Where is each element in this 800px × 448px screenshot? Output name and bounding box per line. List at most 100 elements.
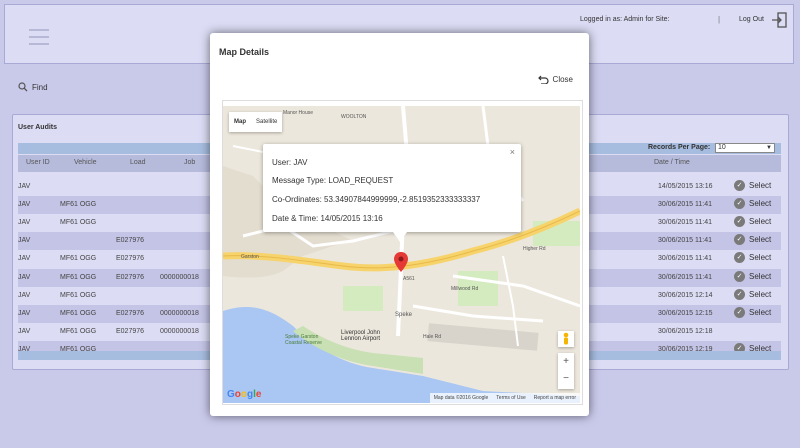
map-label-millwood-rd: Millwood Rd	[451, 286, 479, 292]
records-per-page-select[interactable]: 10 ▼	[715, 143, 775, 153]
info-datetime: Date & Time: 14/05/2015 13:16	[272, 214, 383, 223]
records-per-page-value: 10	[718, 144, 726, 151]
close-label: Close	[552, 75, 573, 84]
select-button[interactable]: ✓ Select	[734, 216, 772, 228]
select-button[interactable]: ✓ Select	[734, 234, 771, 246]
cell-job: 0000000018	[160, 327, 199, 335]
select-label: Select	[749, 271, 772, 281]
map-data-text: Map data ©2016 Google	[433, 395, 489, 401]
column-header-load[interactable]: Load	[130, 159, 146, 166]
header-separator: |	[718, 15, 721, 24]
select-button[interactable]: ✓ Select	[734, 306, 771, 318]
zoom-out-button[interactable]: −	[558, 370, 574, 387]
select-label: Select	[749, 289, 772, 299]
cell-load: E027976	[116, 327, 145, 335]
close-button[interactable]: Close	[537, 75, 573, 84]
column-header-vehicle[interactable]: Vehicle	[74, 159, 97, 166]
cell-load: E027976	[116, 309, 145, 317]
column-header-datetime[interactable]: Date / Time	[654, 159, 690, 166]
check-circle-icon: ✓	[734, 180, 745, 191]
cell-vehicle: MF61 OGG	[60, 273, 97, 281]
menu-icon[interactable]	[29, 29, 49, 45]
info-window: × User: JAV Message Type: LOAD_REQUEST C…	[263, 144, 521, 242]
select-label: Select	[749, 217, 772, 227]
check-circle-icon: ✓	[734, 198, 745, 210]
cell-datetime: 30/06/2015 11:41	[658, 237, 712, 245]
select-button[interactable]: ✓ Select	[734, 270, 772, 282]
cell-vehicle: MF61 OGG	[60, 291, 97, 299]
modal-title: Map Details	[219, 47, 270, 57]
map-label-higher-rd: Higher Rd	[523, 246, 546, 252]
map-details-modal: Map Details Close Garston Speke Liverpoo…	[210, 33, 589, 416]
cell-vehicle: MF61 OGG	[60, 327, 97, 335]
cell-vehicle: MF61 OGG	[60, 309, 97, 317]
logout-icon[interactable]	[770, 11, 788, 29]
info-coordinates: Co-Ordinates: 53.34907844999999,-2.85193…	[272, 195, 481, 204]
report-map-error-link[interactable]: Report a map error	[534, 395, 576, 401]
cell-user-id: JAV	[18, 327, 31, 335]
map-label-airport: Liverpool John Lennon Airport	[341, 330, 381, 342]
terms-of-use-link[interactable]: Terms of Use	[496, 395, 525, 401]
map-marker-icon[interactable]	[394, 252, 408, 272]
pegman-icon[interactable]	[558, 331, 574, 347]
info-message-type: Message Type: LOAD_REQUEST	[272, 176, 394, 185]
cell-datetime: 30/06/2015 11:41	[658, 219, 712, 227]
map-label-manor-house: Manor House	[283, 110, 314, 116]
map-label-reserve: Speke Garston Coastal Reserve	[285, 334, 322, 346]
map-label-garston: Garston	[241, 254, 259, 260]
chevron-down-icon: ▼	[766, 145, 772, 151]
cell-load: E027976	[116, 237, 145, 245]
map-view[interactable]: Garston Speke Liverpool John Lennon Airp…	[223, 106, 580, 403]
cell-user-id: JAV	[18, 255, 31, 263]
select-button[interactable]: ✓ Select	[734, 198, 772, 210]
zoom-in-button[interactable]: +	[558, 353, 574, 370]
column-header-job[interactable]: Job	[184, 159, 195, 166]
user-audits-title: User Audits	[18, 124, 58, 131]
check-circle-icon: ✓	[734, 234, 745, 246]
map-type-control: Map Satellite	[229, 112, 283, 132]
cell-vehicle: MF61 OGG	[60, 255, 97, 263]
check-circle-icon: ✓	[734, 216, 745, 228]
find-button[interactable]: Find	[18, 82, 48, 92]
info-window-tail	[393, 232, 407, 242]
select-label: Select	[749, 181, 772, 190]
cell-user-id: JAV	[18, 309, 31, 317]
cell-user-id: JAV	[18, 201, 31, 209]
select-label: Select	[749, 199, 772, 209]
select-button[interactable]: ✓ Select	[734, 288, 772, 300]
map-type-satellite[interactable]: Satellite	[251, 112, 282, 132]
column-header-user-id[interactable]: User ID	[26, 159, 50, 166]
cell-datetime: 30/06/2015 12:15	[658, 309, 713, 317]
cell-datetime: 30/06/2015 11:41	[658, 201, 712, 209]
logout-link[interactable]: Log Out	[739, 16, 764, 23]
cell-user-id: JAV	[18, 273, 31, 281]
cell-vehicle: MF61 OGG	[60, 201, 97, 209]
map-attribution: Map data ©2016 Google Terms of Use Repor…	[429, 393, 580, 403]
cell-user-id: JAV	[18, 291, 31, 299]
select-button[interactable]: ✓ Select	[734, 180, 771, 191]
check-circle-icon: ✓	[734, 270, 745, 282]
select-label: Select	[749, 253, 772, 263]
select-button[interactable]: ✓ Select	[734, 252, 772, 264]
map-label-speke: Speke	[395, 312, 413, 318]
cell-job: 0000000018	[160, 309, 199, 317]
find-label: Find	[32, 82, 48, 92]
search-icon	[18, 82, 28, 92]
cell-job: 0000000018	[160, 273, 199, 281]
close-icon[interactable]: ×	[510, 147, 515, 157]
records-per-page-label: Records Per Page:	[648, 144, 711, 151]
cell-user-id: JAV	[18, 237, 31, 245]
check-circle-icon: ✓	[734, 306, 745, 318]
map-type-map[interactable]: Map	[229, 112, 251, 132]
map-label-hale-rd: Hale Rd	[423, 334, 442, 340]
cell-load: E027976	[116, 273, 145, 281]
info-user: User: JAV	[272, 158, 308, 167]
check-circle-icon: ✓	[734, 252, 745, 264]
zoom-control: + −	[558, 353, 574, 389]
cell-user-id: JAV	[18, 183, 31, 190]
cell-datetime: 14/05/2015 13:16	[658, 183, 713, 190]
cell-datetime: 30/06/2015 12:14	[658, 291, 713, 299]
cell-datetime: 30/06/2015 12:18	[658, 327, 713, 335]
back-arrow-icon	[537, 75, 549, 84]
logged-in-text: Logged in as: Admin for Site:	[580, 16, 670, 23]
